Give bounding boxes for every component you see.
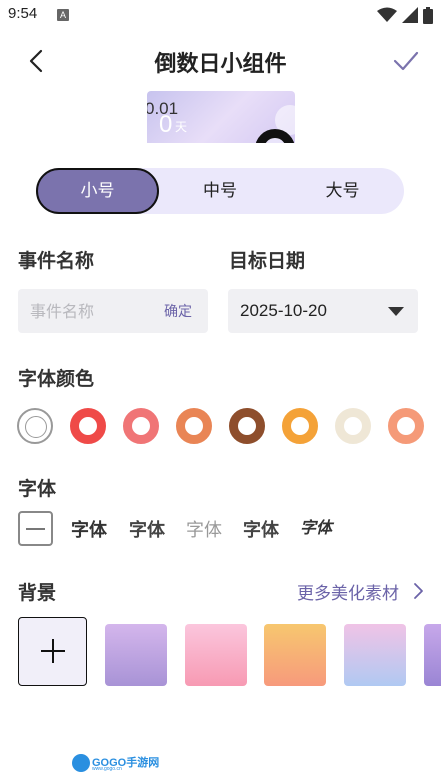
target-date-value: 2025-10-20 bbox=[240, 301, 327, 320]
preview-days-unit: 天 bbox=[175, 120, 188, 134]
header: 倒数日小组件 bbox=[0, 40, 441, 80]
color-option-none[interactable] bbox=[17, 408, 53, 444]
battery-icon bbox=[423, 6, 433, 24]
size-option-small[interactable]: 小号 bbox=[36, 168, 159, 214]
background-label: 背景 bbox=[18, 582, 57, 604]
page-title: 倒数日小组件 bbox=[154, 52, 287, 77]
color-option-brown[interactable] bbox=[229, 408, 265, 444]
color-option-salmon[interactable] bbox=[388, 408, 424, 444]
background-tile-orange[interactable] bbox=[264, 624, 326, 686]
watermark-subtext: www.gogo.cn bbox=[92, 766, 122, 772]
color-option-amber[interactable] bbox=[282, 408, 318, 444]
wifi-icon bbox=[377, 7, 397, 22]
font-option-1[interactable]: 字体 bbox=[71, 516, 107, 542]
background-tile-partial[interactable] bbox=[424, 624, 441, 686]
signal-icon bbox=[402, 7, 418, 23]
font-option-none[interactable] bbox=[18, 511, 53, 546]
background-tile-purple[interactable] bbox=[105, 624, 167, 686]
font-label: 字体 bbox=[18, 478, 57, 500]
chevron-right-icon[interactable] bbox=[410, 582, 426, 600]
color-option-red[interactable] bbox=[70, 408, 106, 444]
font-option-4[interactable]: 字体 bbox=[243, 516, 279, 542]
settings-sheet bbox=[0, 143, 441, 784]
background-tile-lavender[interactable] bbox=[344, 624, 406, 686]
notification-icon: A bbox=[57, 9, 69, 21]
size-selector: 小号 中号 大号 bbox=[36, 168, 404, 214]
color-option-orange[interactable] bbox=[176, 408, 212, 444]
status-icons bbox=[377, 6, 433, 24]
font-option-2[interactable]: 字体 bbox=[129, 516, 165, 542]
color-option-pink[interactable] bbox=[123, 408, 159, 444]
status-time: 9:54 bbox=[8, 5, 38, 22]
font-option-3[interactable]: 字体 bbox=[186, 516, 222, 542]
size-option-large[interactable]: 大号 bbox=[281, 168, 404, 214]
event-name-field: 确定 bbox=[18, 289, 208, 333]
preview-days-value: 0 bbox=[159, 111, 173, 138]
status-bar: 9:54 A bbox=[0, 0, 441, 32]
event-name-confirm-button[interactable]: 确定 bbox=[164, 301, 192, 321]
check-icon[interactable] bbox=[393, 48, 419, 74]
more-materials-link[interactable]: 更多美化素材 bbox=[297, 579, 399, 604]
event-name-input[interactable] bbox=[30, 289, 150, 333]
size-option-medium[interactable]: 中号 bbox=[159, 168, 281, 214]
watermark-icon bbox=[72, 754, 90, 772]
target-date-label: 目标日期 bbox=[229, 250, 306, 272]
font-color-label: 字体颜色 bbox=[18, 368, 95, 390]
add-background-button[interactable] bbox=[18, 617, 87, 686]
event-name-label: 事件名称 bbox=[18, 250, 95, 272]
target-date-select[interactable]: 2025-10-20 bbox=[228, 289, 418, 333]
dropdown-arrow-icon bbox=[388, 307, 404, 316]
font-option-5[interactable]: 字体 bbox=[300, 514, 332, 538]
background-tile-pink[interactable] bbox=[185, 624, 247, 686]
color-option-beige[interactable] bbox=[335, 408, 371, 444]
